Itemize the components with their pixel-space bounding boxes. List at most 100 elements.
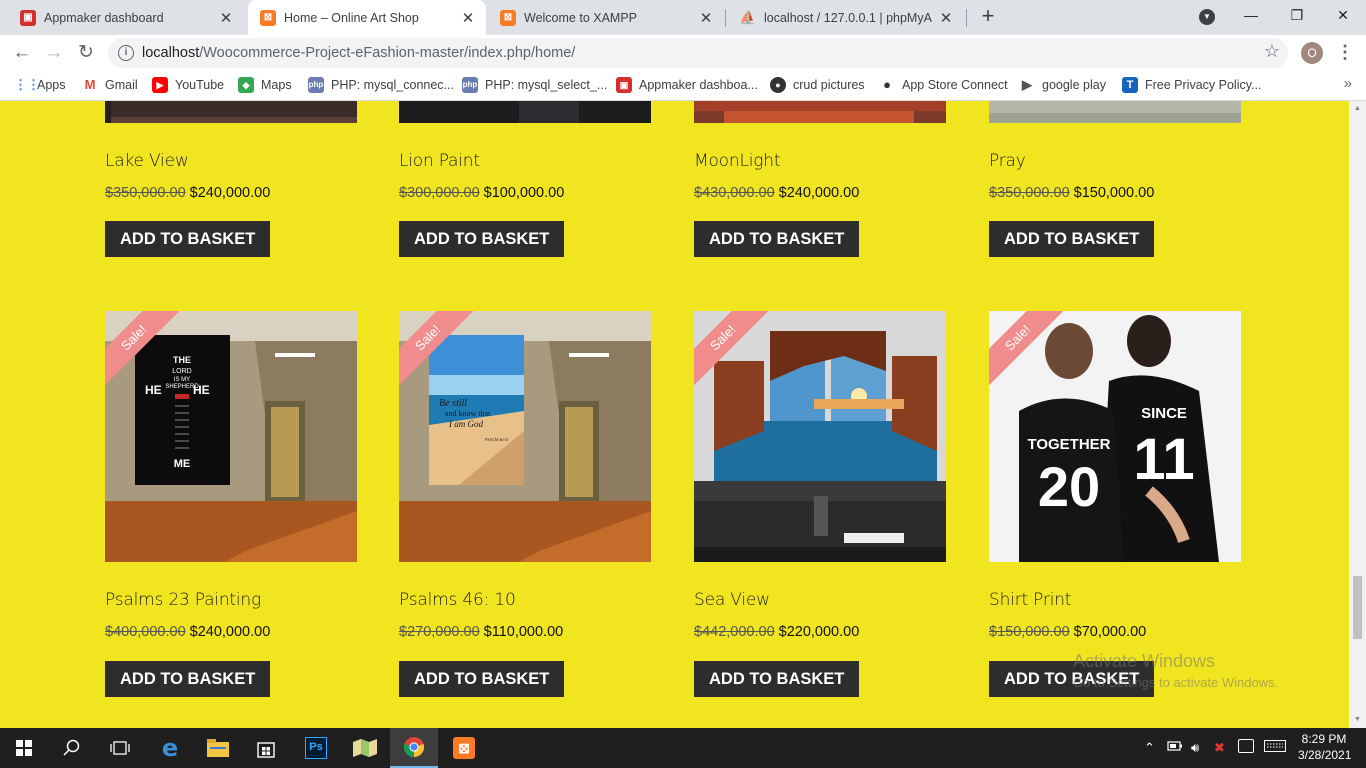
chrome-icon[interactable] bbox=[390, 728, 438, 768]
keyboard-icon[interactable] bbox=[1264, 740, 1286, 755]
add-to-basket-button[interactable]: ADD TO BASKET bbox=[105, 221, 271, 257]
photoshop-icon[interactable]: Ps bbox=[292, 728, 340, 768]
product-image[interactable] bbox=[989, 101, 1241, 123]
product-name[interactable]: MoonLight bbox=[694, 151, 780, 171]
tab-online-art-shop[interactable]: ⊠ Home – Online Art Shop ✕ bbox=[248, 0, 486, 35]
site-info-icon[interactable]: i bbox=[118, 45, 134, 61]
minimize-button[interactable]: — bbox=[1228, 0, 1274, 32]
bookmark-label: Free Privacy Policy... bbox=[1145, 78, 1262, 92]
map-folder-icon[interactable] bbox=[341, 728, 389, 768]
address-bar[interactable]: i localhost/Woocommerce-Project-eFashion… bbox=[108, 38, 1288, 68]
sale-price: $100,000.00 bbox=[483, 185, 565, 201]
product-price: $270,000.00 $110,000.00 bbox=[399, 624, 563, 640]
artwork-text: 11 bbox=[1133, 427, 1194, 492]
bookmark-google-play[interactable]: ▶ google play bbox=[1019, 76, 1106, 94]
system-clock[interactable]: 8:29 PM 3/28/2021 bbox=[1298, 731, 1351, 763]
tab-welcome-xampp[interactable]: ⊠ Welcome to XAMPP ✕ bbox=[488, 0, 724, 35]
product-name[interactable]: Lake View bbox=[105, 151, 189, 171]
product-image[interactable]: THE LORD IS MY SHEPHERD HE HE ME Sale! bbox=[105, 311, 357, 562]
product-image[interactable] bbox=[399, 101, 651, 123]
volume-icon[interactable]: 🔊︎ bbox=[1191, 740, 1199, 756]
url-text[interactable]: localhost/Woocommerce-Project-eFashion-m… bbox=[142, 45, 575, 61]
tab-title: localhost / 127.0.0.1 | phpMyAdmin bbox=[764, 10, 932, 25]
more-bookmarks-chevron-icon[interactable]: » bbox=[1344, 75, 1352, 92]
shop-product-grid: Lake View $350,000.00 $240,000.00 ADD TO … bbox=[0, 101, 1366, 728]
artwork-text: 20 bbox=[1038, 455, 1100, 518]
close-tab-icon[interactable]: ✕ bbox=[698, 9, 714, 27]
xampp-taskbar-icon[interactable]: ⊠ bbox=[440, 728, 488, 768]
artwork-text: SINCE bbox=[1141, 405, 1187, 422]
back-arrow-icon[interactable]: ← bbox=[9, 40, 35, 66]
close-tab-icon[interactable]: ✕ bbox=[460, 9, 476, 27]
product-image[interactable] bbox=[105, 101, 357, 123]
bookmark-php-mysql-select[interactable]: php PHP: mysql_select_... bbox=[462, 76, 607, 94]
microsoft-store-icon[interactable] bbox=[242, 728, 290, 768]
bookmarks-bar: ⋮⋮ Apps M Gmail ▶ YouTube ◆ Maps php PHP… bbox=[0, 70, 1366, 101]
close-tab-icon[interactable]: ✕ bbox=[218, 9, 234, 27]
edge-browser-icon[interactable]: e bbox=[146, 728, 194, 768]
bookmark-star-icon[interactable]: ☆ bbox=[1264, 41, 1280, 62]
scroll-up-icon[interactable]: ▲ bbox=[1353, 104, 1362, 113]
reload-icon[interactable]: ↻ bbox=[73, 40, 99, 66]
phpmyadmin-icon: ⛵ bbox=[739, 9, 757, 25]
tab-separator bbox=[725, 9, 726, 27]
bookmark-php-mysql-connect[interactable]: php PHP: mysql_connec... bbox=[308, 76, 454, 94]
tab-appmaker-dashboard[interactable]: ▣ Appmaker dashboard ✕ bbox=[8, 0, 244, 35]
bookmark-apps[interactable]: ⋮⋮ Apps bbox=[14, 76, 66, 94]
close-tab-icon[interactable]: ✕ bbox=[938, 9, 954, 27]
add-to-basket-button[interactable]: ADD TO BASKET bbox=[694, 661, 860, 697]
sale-price: $240,000.00 bbox=[778, 185, 860, 201]
bookmark-gmail[interactable]: M Gmail bbox=[82, 76, 138, 94]
product-image[interactable]: TOGETHER 20 SINCE 11 Sale! bbox=[989, 311, 1241, 562]
browser-menu-icon[interactable]: ⋮ bbox=[1336, 41, 1354, 63]
tab-search-icon[interactable]: ▼ bbox=[1199, 9, 1215, 25]
bookmark-free-privacy-policy[interactable]: T Free Privacy Policy... bbox=[1122, 76, 1261, 94]
gmail-icon: M bbox=[84, 77, 96, 92]
product-image[interactable]: Be still and know that I am God PSALM 46… bbox=[399, 311, 651, 562]
product-name[interactable]: Psalms 23 Painting bbox=[105, 590, 261, 610]
bookmark-label: Maps bbox=[261, 78, 292, 92]
page-scrollbar[interactable]: ▲ ▼ bbox=[1349, 101, 1366, 728]
tab-phpmyadmin[interactable]: ⛵ localhost / 127.0.0.1 | phpMyAdmin ✕ bbox=[728, 0, 964, 35]
scrollbar-thumb[interactable] bbox=[1353, 576, 1362, 639]
add-to-basket-button[interactable]: ADD TO BASKET bbox=[399, 221, 565, 257]
battery-icon[interactable] bbox=[1167, 740, 1183, 755]
show-hidden-icons-chevron-icon[interactable]: ⌃ bbox=[1144, 740, 1155, 756]
sale-price: $240,000.00 bbox=[189, 624, 271, 640]
search-icon[interactable] bbox=[48, 728, 96, 768]
bookmark-maps[interactable]: ◆ Maps bbox=[238, 76, 292, 94]
php-icon: php bbox=[308, 77, 324, 93]
product-name[interactable]: Psalms 46: 10 bbox=[399, 590, 516, 610]
product-name[interactable]: Lion Paint bbox=[399, 151, 480, 171]
close-window-button[interactable]: ✕ bbox=[1320, 0, 1366, 32]
product-name[interactable]: Sea View bbox=[694, 590, 770, 610]
new-tab-button[interactable]: + bbox=[976, 5, 1000, 29]
product-image[interactable]: Sale! bbox=[694, 311, 946, 562]
clock-time: 8:29 PM bbox=[1301, 732, 1347, 746]
artwork-text: HE bbox=[193, 383, 210, 397]
file-explorer-icon[interactable] bbox=[194, 728, 242, 768]
add-to-basket-button[interactable]: ADD TO BASKET bbox=[399, 661, 565, 697]
windows-start-icon[interactable] bbox=[0, 728, 48, 768]
forward-arrow-icon[interactable]: → bbox=[41, 40, 67, 66]
add-to-basket-button[interactable]: ADD TO BASKET bbox=[694, 221, 860, 257]
network-disconnected-icon[interactable]: ✖ bbox=[1214, 740, 1225, 756]
bookmark-youtube[interactable]: ▶ YouTube bbox=[152, 76, 224, 94]
scroll-down-icon[interactable]: ▼ bbox=[1353, 715, 1362, 724]
product-image[interactable] bbox=[694, 101, 946, 123]
bookmark-app-store-connect[interactable]: ● App Store Connect bbox=[879, 76, 1008, 94]
product-name[interactable]: Pray bbox=[989, 151, 1026, 171]
old-price: $430,000.00 bbox=[694, 185, 775, 201]
maximize-button[interactable]: ❐ bbox=[1274, 0, 1320, 32]
xampp-icon: ⊠ bbox=[260, 9, 276, 26]
add-to-basket-button[interactable]: ADD TO BASKET bbox=[989, 221, 1155, 257]
bookmark-appmaker[interactable]: ▣ Appmaker dashboa... bbox=[616, 76, 758, 94]
product-price: $350,000.00 $240,000.00 bbox=[105, 185, 270, 201]
action-center-icon[interactable] bbox=[1238, 739, 1254, 753]
bookmark-crud-pictures[interactable]: ● crud pictures bbox=[770, 76, 865, 94]
apple-icon: ● bbox=[883, 77, 891, 92]
product-name[interactable]: Shirt Print bbox=[989, 590, 1071, 610]
task-view-icon[interactable] bbox=[96, 728, 144, 768]
profile-avatar[interactable]: O bbox=[1301, 42, 1323, 64]
add-to-basket-button[interactable]: ADD TO BASKET bbox=[105, 661, 271, 697]
